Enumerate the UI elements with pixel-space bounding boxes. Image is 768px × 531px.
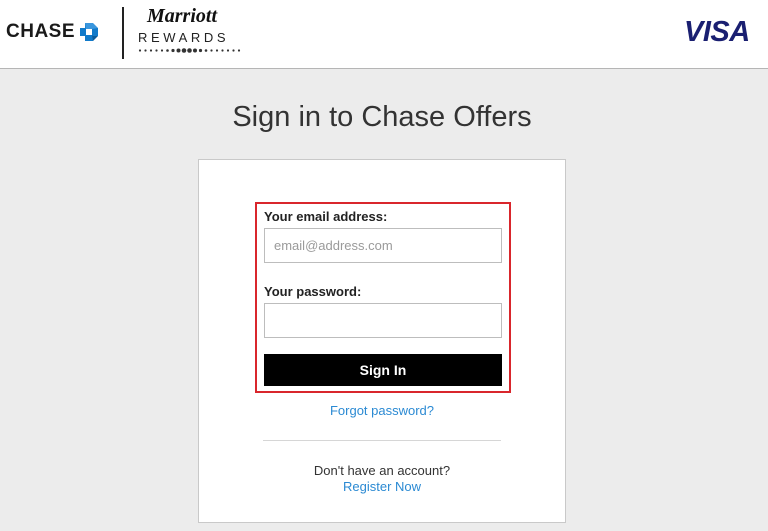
- signin-form-highlight: Your email address: Your password: Sign …: [255, 202, 511, 393]
- signin-card: Your email address: Your password: Sign …: [198, 159, 566, 523]
- visa-logo: VISA: [684, 16, 750, 48]
- marriott-rewards-logo: Marriott REWARDS: [138, 6, 248, 53]
- marriott-wordmark: Marriott: [146, 5, 218, 27]
- password-label: Your password:: [264, 284, 362, 299]
- logo-divider: [122, 7, 124, 59]
- rewards-dots: [138, 48, 241, 53]
- chase-octagon-icon: [80, 23, 99, 41]
- section-divider: [263, 440, 501, 441]
- email-field[interactable]: [264, 228, 502, 263]
- rewards-wordmark: REWARDS: [138, 30, 230, 45]
- forgot-password-link[interactable]: Forgot password?: [199, 403, 565, 418]
- page-title: Sign in to Chase Offers: [232, 101, 532, 133]
- no-account-text: Don't have an account?: [313, 463, 451, 478]
- site-header: CHASE Marriott REWARDS VISA: [0, 0, 768, 69]
- register-link[interactable]: Register Now: [199, 479, 565, 494]
- sign-in-button[interactable]: Sign In: [264, 354, 502, 386]
- password-field[interactable]: [264, 303, 502, 338]
- chase-logo: CHASE: [6, 21, 99, 43]
- chase-wordmark: CHASE: [6, 21, 76, 42]
- email-label: Your email address:: [264, 209, 388, 224]
